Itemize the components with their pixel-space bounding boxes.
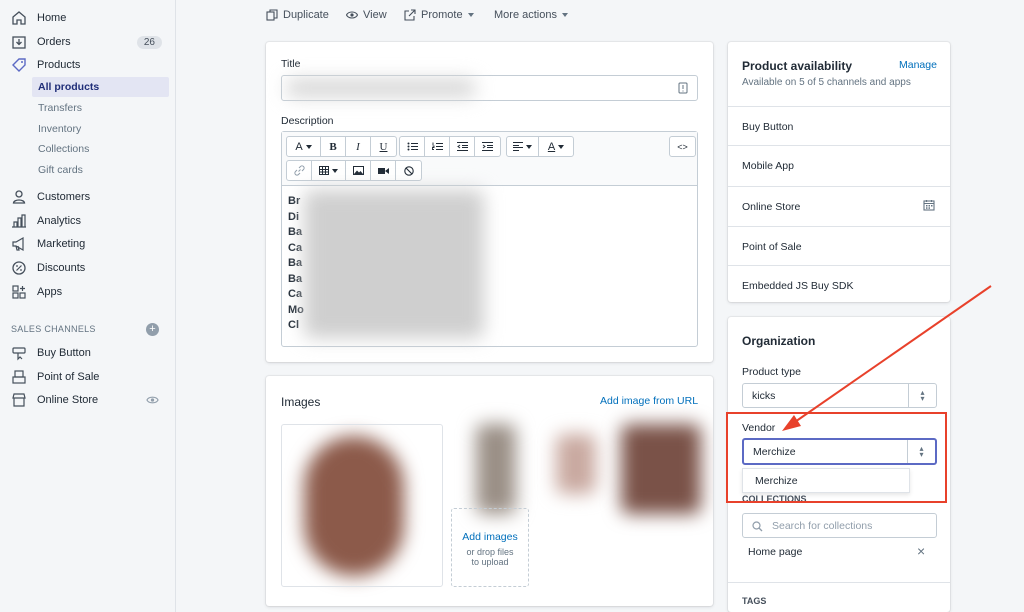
annotation-arrow bbox=[782, 285, 992, 431]
